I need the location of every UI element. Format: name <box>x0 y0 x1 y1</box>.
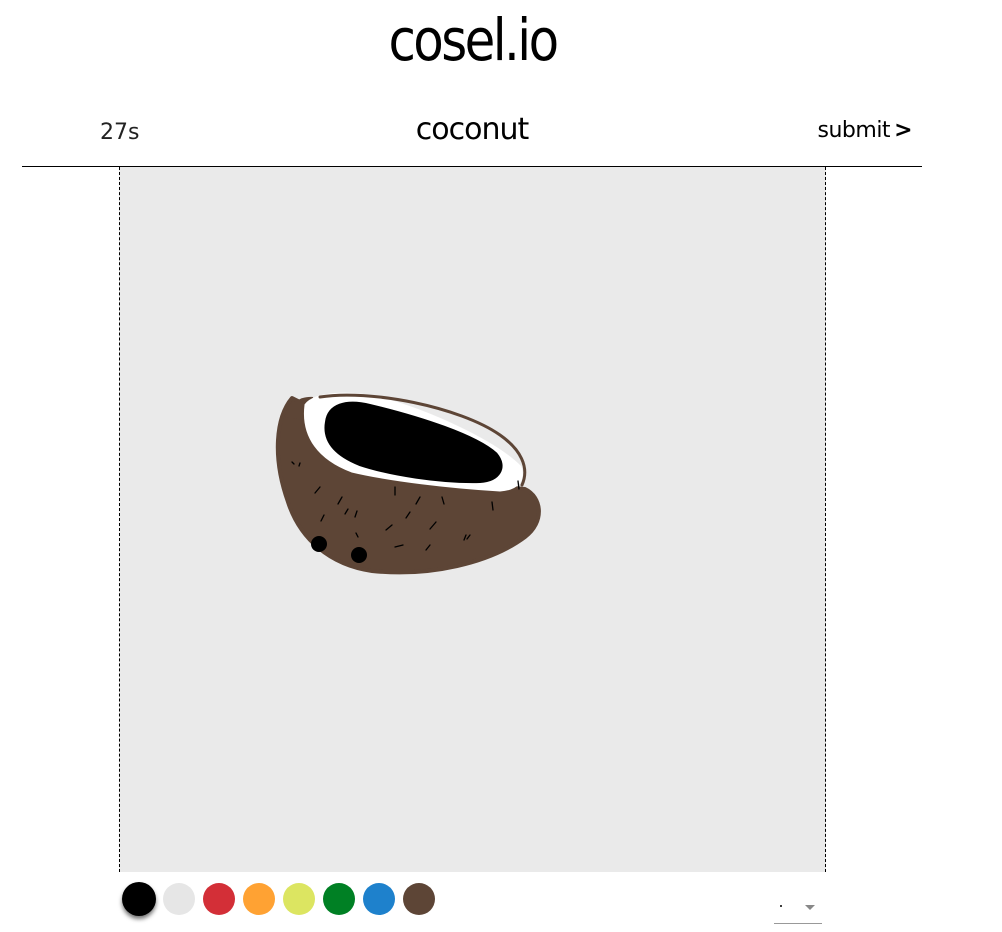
eye-left <box>311 536 327 552</box>
coconut-drawing <box>275 392 541 575</box>
logo: cosel.io <box>388 6 559 74</box>
brush-size-select[interactable] <box>774 893 822 924</box>
eye-right <box>351 547 367 563</box>
top-bar: 27s coconut submit > <box>22 106 922 167</box>
drawing-canvas[interactable] <box>119 167 826 872</box>
brush-size-dot-icon <box>780 905 782 907</box>
swatch-red[interactable] <box>203 883 235 915</box>
chevron-right-icon: > <box>894 118 912 143</box>
swatch-blue[interactable] <box>363 883 395 915</box>
swatch-green[interactable] <box>323 883 355 915</box>
submit-button[interactable]: submit > <box>817 118 913 143</box>
swatch-orange[interactable] <box>243 883 275 915</box>
submit-label: submit <box>817 118 891 143</box>
swatch-black[interactable] <box>122 882 156 916</box>
caret-down-icon <box>805 905 815 910</box>
swatch-yellow[interactable] <box>283 883 315 915</box>
swatch-brown[interactable] <box>403 883 435 915</box>
swatch-white[interactable] <box>163 883 195 915</box>
prompt-word: coconut <box>415 112 530 147</box>
